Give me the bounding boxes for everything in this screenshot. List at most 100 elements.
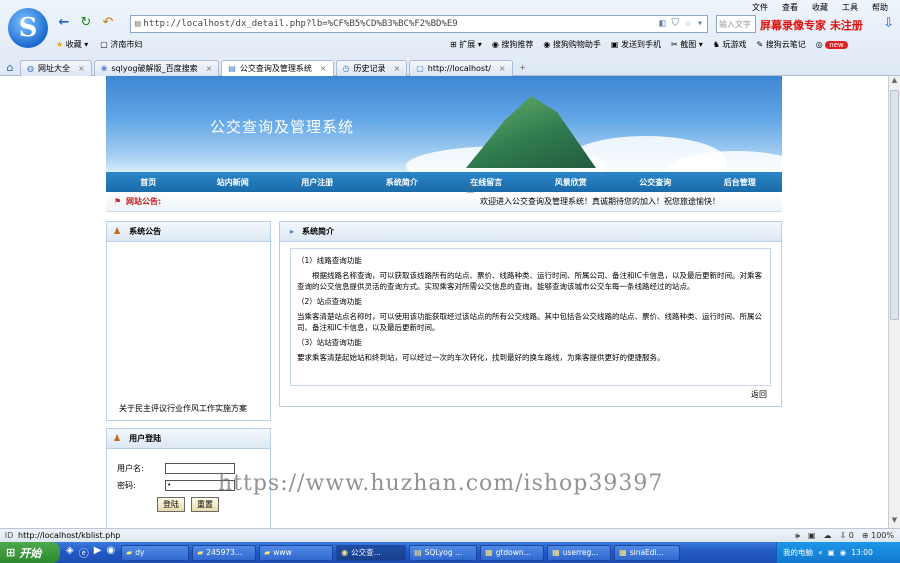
nav-register[interactable]: 用户注册 (275, 177, 360, 188)
tray-network-icon[interactable]: ▣ (828, 548, 835, 557)
close-icon[interactable]: × (394, 64, 401, 73)
quick-launch-browser-icon[interactable]: ◉ (106, 545, 115, 560)
task-sinaedit[interactable]: ▦ sinaEdi... (614, 544, 681, 561)
shield-icon[interactable]: ⛉ (671, 18, 679, 29)
nav-about[interactable]: 系统简介 (360, 177, 445, 188)
tab-baidu-search[interactable]: ❀ sqlyog破解版_百度搜索 × (93, 60, 220, 76)
toolbar-extensions: ⊞ 扩展 ▾ ◉ 搜狗推荐 ◉ 搜狗购物助手 ▣ 发送到手机 ✂ 截图 ▾ ♞ … (450, 39, 848, 50)
menu-tools[interactable]: 工具 (840, 2, 860, 13)
new-badge: new (825, 41, 848, 49)
sogou-recommend-button[interactable]: ◉ 搜狗推荐 (492, 39, 534, 50)
tab-localhost[interactable]: ▢ http://localhost/ × (409, 60, 513, 76)
download-icon[interactable]: ⇩ (883, 16, 894, 31)
menu-view[interactable]: 查看 (780, 2, 800, 13)
scroll-down-arrow-icon[interactable]: ▼ (889, 516, 900, 528)
send-to-phone-button[interactable]: ▣ 发送到手机 (611, 39, 661, 50)
reset-button[interactable]: 重置 (191, 497, 219, 512)
back-link[interactable]: 返回 (751, 389, 767, 400)
announcement-link[interactable]: 关于民主评议行业作风工作实施方案 (119, 403, 247, 414)
task-gtdown[interactable]: ▦ gtdown... (480, 544, 545, 561)
system-tray: 我的电脑 « ▣ ◉ 13:00 (776, 542, 900, 563)
screen-icon[interactable]: ▣ (808, 531, 816, 541)
screenshot-button[interactable]: ✂ 截图 ▾ (671, 39, 703, 50)
extensions-label: 扩展 (459, 40, 476, 49)
zoom-level-value: 100% (871, 530, 894, 540)
sogou-recommend-label: 搜狗推荐 (501, 40, 534, 49)
shopping-assistant-button[interactable]: ◉ 搜狗购物助手 (543, 39, 601, 50)
cloud-notes-button[interactable]: ✎ 搜狗云笔记 (757, 39, 806, 50)
tab-url-directory[interactable]: ◍ 网址大全 × (20, 60, 92, 76)
close-icon[interactable]: × (206, 64, 213, 73)
compat-mode-icon[interactable]: ◧ (659, 18, 665, 29)
menu-favorites[interactable]: 收藏 (810, 2, 830, 13)
task-label: www (273, 548, 292, 557)
new-tab-plus-icon[interactable]: + (515, 60, 531, 76)
tray-app-icon[interactable]: ◉ (840, 548, 847, 557)
clock[interactable]: 13:00 (851, 548, 873, 557)
dropdown-chevron-icon[interactable]: ▾ (697, 18, 703, 29)
nav-home[interactable]: 首页 (106, 177, 191, 188)
quick-launch-ie-icon[interactable]: ⓔ (79, 545, 89, 560)
sogou-browser-logo[interactable]: S (8, 8, 48, 48)
close-icon[interactable]: × (320, 64, 327, 73)
task-sqlyog[interactable]: ▤ SQLyog ... (409, 544, 478, 561)
tray-label[interactable]: 我的电脑 (783, 547, 813, 558)
page-icon: ▢ (100, 40, 108, 49)
tab-bus-system[interactable]: ▤ 公交查询及管理系统 × (221, 60, 334, 76)
address-bar[interactable]: ▤ http://localhost/dx_detail.php?lb=%CF%… (130, 15, 708, 33)
vertical-scrollbar[interactable]: ▲ ▼ (888, 76, 900, 528)
weibo-new-button[interactable]: ◎ new (816, 40, 848, 49)
quick-launch-media-icon[interactable]: ▶ (94, 545, 102, 560)
menu-file[interactable]: 文件 (750, 2, 770, 13)
intro-header: ▸ 系统简介 (280, 222, 781, 242)
cloud-icon[interactable]: ☁ (824, 531, 832, 541)
task-www[interactable]: ▰ www (259, 544, 334, 561)
close-icon[interactable]: × (78, 64, 85, 73)
nav-admin[interactable]: 后台管理 (698, 177, 783, 188)
windows-logo-icon: ⊞ (6, 546, 16, 559)
page-viewport: 公交查询及管理系统 首页 站内新闻 用户注册 系统简介 在线留言 风景欣赏 公交… (0, 76, 888, 528)
tab-label: http://localhost/ (427, 64, 491, 73)
games-button[interactable]: ♞ 玩游戏 (713, 39, 747, 50)
scroll-up-arrow-icon[interactable]: ▲ (889, 76, 900, 88)
search-input[interactable]: 输入文字 (716, 15, 756, 33)
site-title: 公交查询及管理系统 (210, 118, 355, 136)
send-to-phone-label: 发送到手机 (620, 40, 661, 49)
close-icon[interactable]: × (499, 64, 506, 73)
nav-scenery[interactable]: 风景欣赏 (529, 177, 614, 188)
home-icon[interactable]: ⌂ (0, 60, 20, 76)
refresh-icon[interactable]: ↻ (78, 15, 94, 31)
zoom-level[interactable]: ⊕ 100% (862, 531, 894, 541)
undo-icon[interactable]: ↶ (100, 15, 116, 31)
back-arrow-icon[interactable]: ← (56, 15, 72, 31)
favorites-bar: ★ 收藏 ▾ ▢ 济南市妇 (56, 39, 142, 50)
task-bus-system[interactable]: ◉ 公交查... (336, 544, 407, 561)
start-label: 开始 (19, 546, 42, 560)
scrollbar-thumb[interactable] (890, 90, 899, 320)
tray-arrows-icon[interactable]: « (818, 548, 823, 557)
favorites-button[interactable]: ★ 收藏 ▾ (56, 39, 88, 50)
task-folder-245973[interactable]: ▰ 245973... (192, 544, 257, 561)
star-icon[interactable]: ☆ (685, 18, 691, 29)
section-text-transfer: 要求乘客清楚起始站和终到站，可以经过一次的车次转化，找到最好的换车路线，为乘客提… (297, 353, 665, 362)
mountain-illustration (466, 96, 596, 168)
task-label: 245973... (206, 548, 243, 557)
baidu-icon: ❀ (100, 64, 108, 73)
nav-message[interactable]: 在线留言 (444, 177, 529, 188)
task-userreg[interactable]: ▦ userreg... (547, 544, 612, 561)
favorite-link-jinan[interactable]: ▢ 济南市妇 (100, 39, 142, 50)
address-url: http://localhost/dx_detail.php?lb=%CF%B5… (143, 19, 458, 29)
tab-label: 公交查询及管理系统 (239, 64, 312, 73)
quick-launch-app-icon[interactable]: ◈ (66, 545, 74, 560)
login-button[interactable]: 登陆 (157, 497, 185, 512)
nav-bus-query[interactable]: 公交查询 (613, 177, 698, 188)
nav-news[interactable]: 站内新闻 (191, 177, 276, 188)
tab-history[interactable]: ◷ 历史记录 × (335, 60, 408, 76)
volume-icon[interactable]: 🕪 (795, 531, 800, 541)
section-title-route: （1）线路查询功能 (297, 256, 362, 265)
download-count[interactable]: ⇩ 0 (840, 531, 854, 541)
extensions-button[interactable]: ⊞ 扩展 ▾ (450, 39, 482, 50)
task-dy[interactable]: ▰ dy (121, 544, 190, 561)
menu-help[interactable]: 帮助 (870, 2, 890, 13)
start-button[interactable]: ⊞ 开始 (0, 542, 60, 563)
